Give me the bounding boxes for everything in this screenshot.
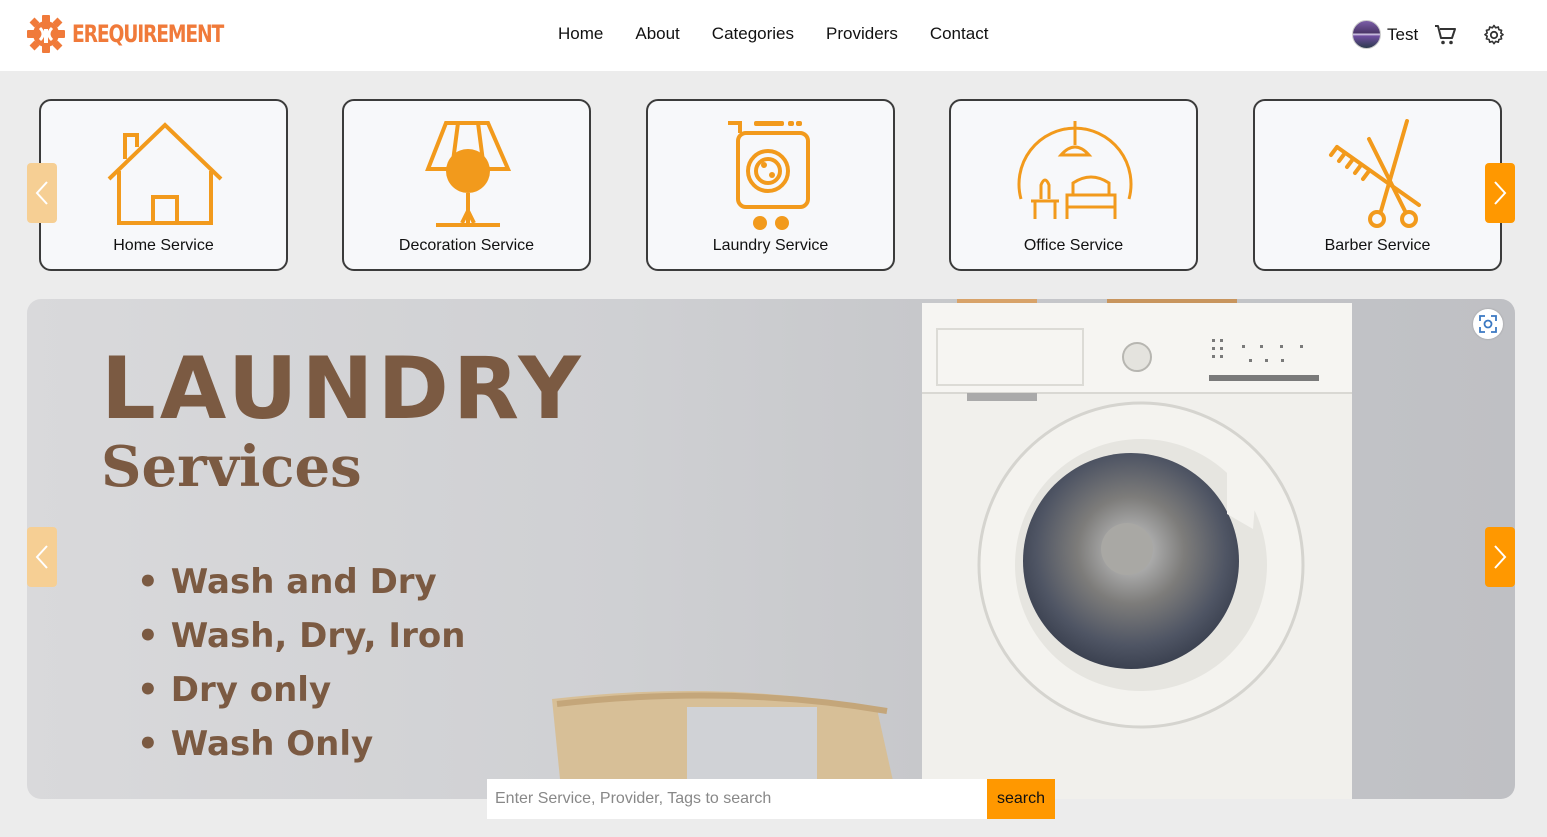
category-card-barber[interactable]: Barber Service [1253, 99, 1502, 271]
category-label: Decoration Service [398, 237, 535, 254]
chevron-right-icon [1494, 545, 1507, 569]
chevron-right-icon [1494, 181, 1507, 205]
category-card-office[interactable]: Office Service [949, 99, 1198, 271]
chevron-left-icon [35, 181, 48, 205]
banner-list: Wash and Dry Wash, Dry, Iron Dry only Wa… [137, 555, 585, 771]
scan-icon[interactable] [1473, 309, 1503, 339]
user-name: Test [1387, 24, 1419, 44]
category-card-laundry[interactable]: Laundry Service [646, 99, 895, 271]
category-carousel: Home Service Decoration Service Laundry … [27, 99, 1515, 271]
banner-title: LAUNDRY [101, 339, 585, 439]
user-menu[interactable]: Test [1352, 20, 1418, 49]
lamp-icon [425, 121, 512, 227]
nav-home[interactable]: Home [558, 24, 603, 44]
house-icon [107, 122, 223, 225]
banner-prev-button[interactable] [27, 527, 57, 587]
category-label: Home Service [113, 237, 214, 254]
search-bar: search [487, 779, 1055, 819]
search-button[interactable]: search [987, 779, 1055, 819]
category-label: Laundry Service [712, 237, 829, 254]
banner-next-button[interactable] [1485, 527, 1515, 587]
laundry-cart-icon [728, 121, 810, 230]
search-input[interactable] [487, 779, 987, 819]
nav-about[interactable]: About [635, 24, 679, 44]
logo[interactable]: EREQUIREMENT [26, 14, 266, 54]
category-card-decoration[interactable]: Decoration Service [342, 99, 591, 271]
category-label: Office Service [1023, 237, 1124, 254]
nav-categories[interactable]: Categories [712, 24, 794, 44]
category-label: Barber Service [1324, 237, 1431, 254]
gear-icon[interactable] [1482, 23, 1506, 47]
banner-subtitle: Services [101, 434, 362, 500]
comb-scissors-icon [1329, 119, 1421, 228]
gear-logo-icon [27, 15, 65, 53]
banner-text: LAUNDRY Services Wash and Dry Wash, Dry,… [101, 339, 585, 771]
category-card-home[interactable]: Home Service [39, 99, 288, 271]
nav-providers[interactable]: Providers [826, 24, 898, 44]
category-prev-button[interactable] [27, 163, 57, 223]
hero-banner: LAUNDRY Services Wash and Dry Wash, Dry,… [27, 299, 1515, 799]
main-nav: Home About Categories Providers Contact [558, 24, 988, 44]
nav-contact[interactable]: Contact [930, 24, 989, 44]
avatar [1352, 20, 1381, 49]
banner-list-item: Wash Only [137, 717, 585, 771]
logo-text: EREQUIREMENT [72, 20, 224, 48]
banner-list-item: Wash and Dry [137, 555, 585, 609]
office-lounge-icon [1017, 121, 1133, 219]
banner-list-item: Dry only [137, 663, 585, 717]
category-next-button[interactable] [1485, 163, 1515, 223]
header: EREQUIREMENT Home About Categories Provi… [0, 0, 1547, 71]
cart-icon[interactable] [1434, 24, 1458, 46]
banner-list-item: Wash, Dry, Iron [137, 609, 585, 663]
chevron-left-icon [35, 545, 48, 569]
